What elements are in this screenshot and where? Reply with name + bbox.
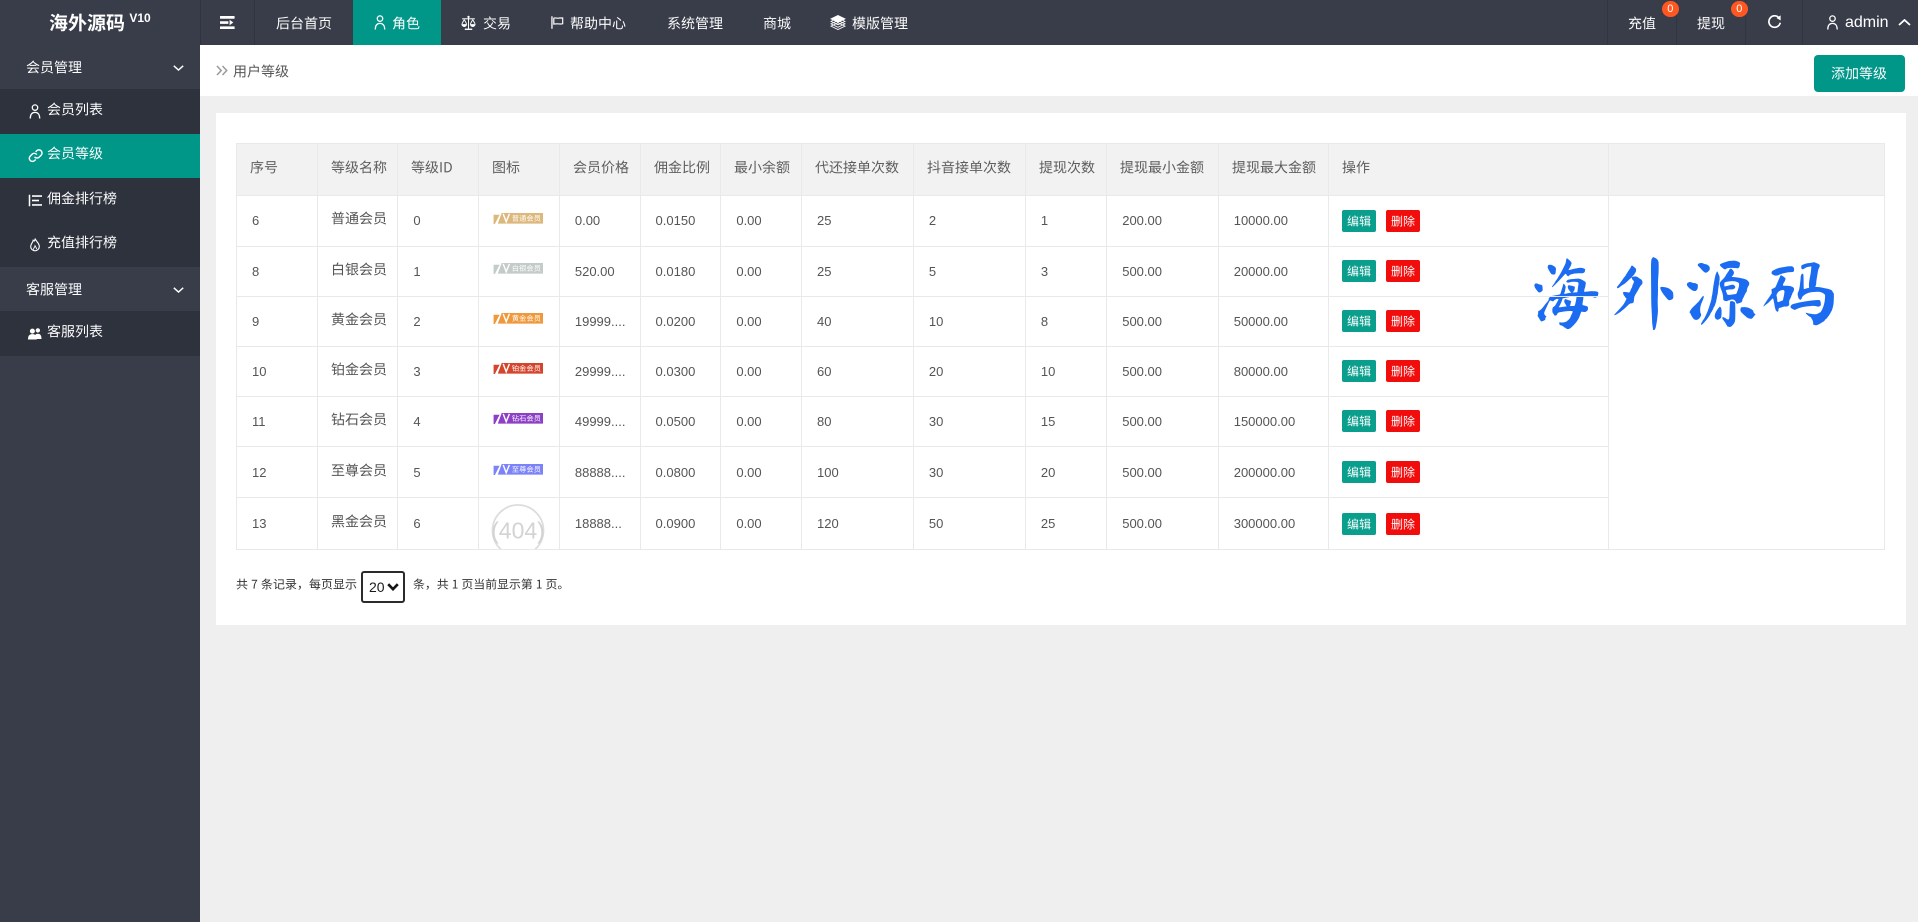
svg-text:(404): (404) [491,517,545,543]
